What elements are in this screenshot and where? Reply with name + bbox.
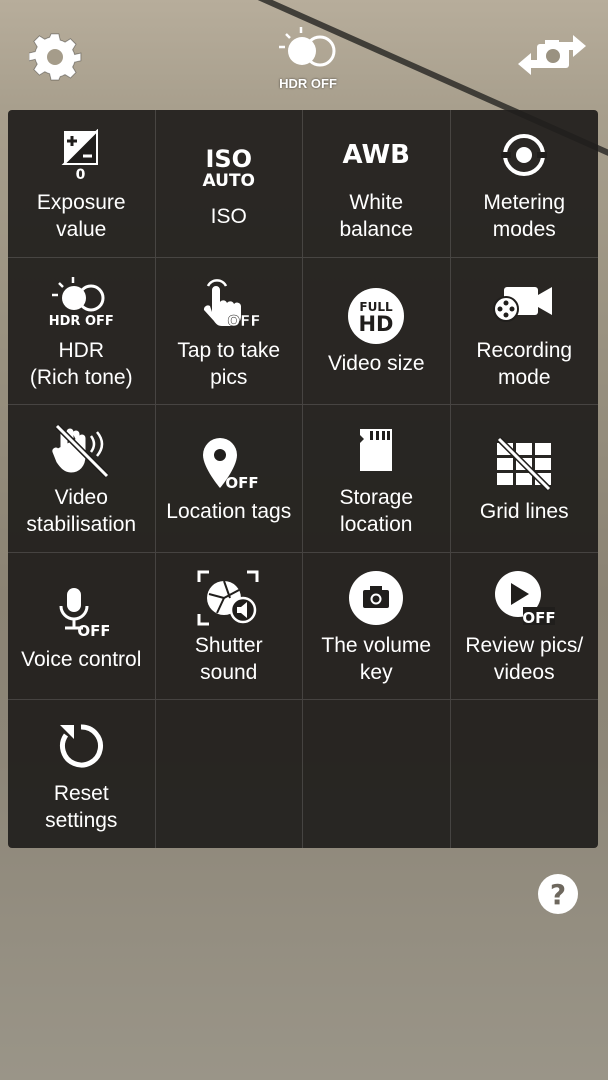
play-icon: OFF <box>493 566 556 630</box>
review-pics-setting[interactable]: OFF Review pics/ videos <box>450 553 598 701</box>
storage-location-label: Storage location <box>339 486 414 537</box>
hdr-icon <box>275 25 341 74</box>
full-hd-icon-bottom: HD <box>359 312 394 336</box>
iso-label: ISO <box>210 204 247 228</box>
hdr-label: HDR (Rich tone) <box>29 338 133 389</box>
gear-icon <box>28 31 83 90</box>
recording-mode-label: Recording mode <box>476 338 573 389</box>
settings-button[interactable] <box>26 30 86 90</box>
location-icon-text: OFF <box>225 474 258 492</box>
camera-top-bar: HDR OFF <box>0 0 608 108</box>
grid-lines-setting[interactable]: Grid lines <box>450 405 598 553</box>
svg-text:?: ? <box>550 878 566 911</box>
tap-to-take-label: Tap to take pics <box>177 338 281 389</box>
video-stabilisation-label: Video stabilisation <box>26 486 137 537</box>
white-balance-icon: AWB <box>343 123 410 187</box>
microphone-icon: OFF <box>53 580 109 644</box>
help-icon: ? <box>537 874 579 919</box>
awb-icon-text: AWB <box>342 140 410 171</box>
volume-key-label: The volume key <box>321 634 432 685</box>
switch-camera-button[interactable] <box>512 28 592 88</box>
hdr-icon: HDR OFF <box>49 271 114 335</box>
help-button[interactable]: ? <box>537 873 579 915</box>
switch-camera-icon <box>517 28 587 89</box>
hdr-icon-text: HDR OFF <box>48 314 114 330</box>
storage-location-setting[interactable]: Storage location <box>303 405 451 553</box>
grid-off-icon <box>495 432 553 496</box>
sd-card-icon <box>356 418 396 482</box>
metering-icon <box>499 123 549 187</box>
empty-cell <box>451 700 599 848</box>
empty-cell <box>156 700 303 848</box>
shutter-sound-label: Shutter sound <box>194 634 263 685</box>
camera-settings-panel: 0 Exposure value ISO AUTO ISO AWB White … <box>8 110 598 848</box>
video-camera-icon <box>492 271 556 335</box>
recording-mode-setting[interactable]: Recording mode <box>450 258 598 406</box>
metering-modes-setting[interactable]: Metering modes <box>450 110 598 258</box>
exposure-value-setting[interactable]: 0 Exposure value <box>8 110 156 258</box>
hdr-toggle-button[interactable]: HDR OFF <box>268 24 348 92</box>
review-pics-label: Review pics/ videos <box>465 634 584 685</box>
iso-icon-top: ISO <box>205 145 253 174</box>
voice-icon-text: OFF <box>78 622 110 640</box>
white-balance-setting[interactable]: AWB White balance <box>303 110 451 258</box>
reset-icon <box>56 714 106 778</box>
camera-icon <box>348 566 404 630</box>
empty-cell <box>303 700 451 848</box>
location-tags-label: Location tags <box>166 499 292 523</box>
location-pin-icon: OFF <box>200 432 258 496</box>
reset-settings-label: Reset settings <box>45 782 118 833</box>
review-icon-text: OFF <box>523 609 556 627</box>
voice-control-setting[interactable]: OFF Voice control <box>8 552 156 701</box>
video-stabilisation-setting[interactable]: Video stabilisation <box>8 405 156 553</box>
exposure-icon: 0 <box>61 123 101 187</box>
hdr-status-label: HDR OFF <box>279 76 337 91</box>
stabilisation-off-icon <box>51 418 111 482</box>
exposure-value-readout: 0 <box>76 167 86 181</box>
shutter-sound-setting[interactable]: Shutter sound <box>155 552 303 701</box>
tap-icon: OFF <box>198 271 260 335</box>
white-balance-label: White balance <box>339 191 414 242</box>
video-size-setting[interactable]: FULL HD Video size <box>303 257 451 406</box>
metering-modes-label: Metering modes <box>483 191 566 242</box>
iso-setting[interactable]: ISO AUTO ISO <box>155 110 303 258</box>
tap-to-take-setting[interactable]: OFF Tap to take pics <box>155 257 303 406</box>
reset-settings-setting[interactable]: Reset settings <box>8 700 156 848</box>
video-size-label: Video size <box>327 352 425 376</box>
shutter-sound-icon <box>197 566 261 630</box>
iso-icon: ISO AUTO <box>203 137 256 201</box>
hdr-setting[interactable]: HDR OFF HDR (Rich tone) <box>8 257 156 406</box>
voice-control-label: Voice control <box>21 647 142 671</box>
location-tags-setting[interactable]: OFF Location tags <box>155 405 303 553</box>
iso-icon-bottom: AUTO <box>202 171 256 192</box>
exposure-value-label: Exposure value <box>36 191 126 242</box>
full-hd-icon: FULL HD <box>347 284 405 348</box>
grid-lines-label: Grid lines <box>479 499 569 523</box>
tap-icon-text: OFF <box>227 312 260 330</box>
volume-key-setting[interactable]: The volume key <box>303 552 451 701</box>
